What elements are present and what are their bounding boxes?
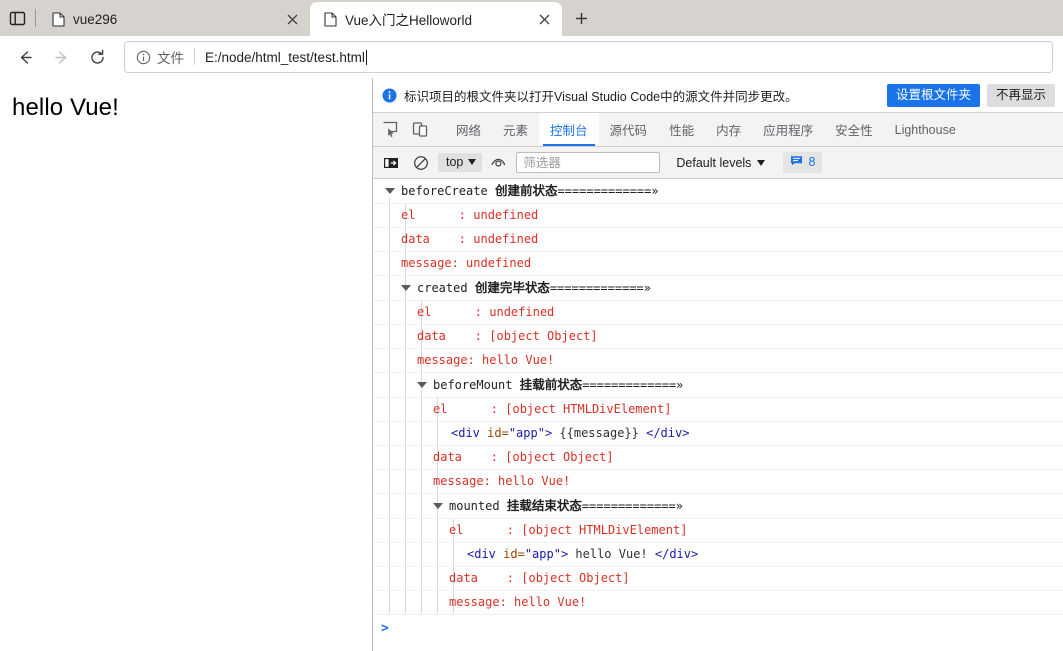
tab-strip: vue296 Vue入门之Helloworld	[0, 0, 1063, 36]
close-icon[interactable]	[282, 9, 302, 29]
console-message: data : undefined	[373, 228, 1063, 252]
close-icon[interactable]	[534, 9, 554, 29]
forward-arrow-icon	[44, 40, 78, 74]
console-prompt[interactable]: >	[373, 615, 1063, 636]
browser-tab-title: Vue入门之Helloworld	[345, 13, 473, 28]
console-message: data : [object Object]	[373, 446, 1063, 470]
collapse-arrow-icon[interactable]	[401, 284, 411, 291]
console-group-header[interactable]: beforeCreate 创建前状态=============»	[373, 179, 1063, 204]
devtools-tab-security[interactable]: 安全性	[824, 113, 884, 146]
devtools-tab-label: 源代码	[609, 124, 648, 138]
devtools-tab-label: Lighthouse	[894, 122, 956, 137]
page-icon	[322, 11, 338, 27]
tab-strip-divider	[35, 9, 36, 27]
device-toolbar-icon[interactable]	[405, 113, 435, 146]
console-message: message: hello Vue!	[373, 591, 1063, 615]
console-message: message: undefined	[373, 252, 1063, 276]
console-message: el : [object HTMLDivElement]	[373, 519, 1063, 543]
infobar-message: 标识项目的根文件夹以打开Visual Studio Code中的源文件并同步更改…	[404, 89, 798, 104]
devtools-tab-application[interactable]: 应用程序	[752, 113, 824, 146]
collapse-arrow-icon[interactable]	[433, 502, 443, 509]
chevron-down-icon	[468, 159, 477, 165]
console-group-header[interactable]: beforeMount 挂载前状态=============»	[373, 373, 1063, 398]
reload-icon[interactable]	[80, 40, 114, 74]
console-output[interactable]: beforeCreate 创建前状态=============» el : und…	[373, 179, 1063, 651]
devtools-tab-performance[interactable]: 性能	[658, 113, 705, 146]
live-expression-eye-icon[interactable]	[486, 151, 512, 175]
devtools-tab-lighthouse[interactable]: Lighthouse	[884, 113, 967, 146]
console-sidebar-icon[interactable]	[378, 151, 404, 175]
devtools-tab-label: 元素	[503, 124, 529, 138]
page-heading: hello Vue!	[12, 94, 119, 121]
devtools-tab-sources[interactable]: 源代码	[599, 113, 659, 146]
devtools-tab-label: 控制台	[550, 124, 588, 138]
devtools-tab-label: 应用程序	[763, 124, 814, 138]
console-message: <div id="app"> {{message}} </div>	[373, 422, 1063, 446]
console-message: data : [object Object]	[373, 325, 1063, 349]
message-bubble-icon	[790, 154, 803, 170]
devtools-tab-label: 网络	[456, 124, 482, 138]
url-text: E:/node/html_test/test.html	[205, 49, 365, 65]
text-caret	[365, 49, 367, 65]
execution-context-selector[interactable]: top	[438, 153, 483, 172]
execution-context-label: top	[446, 155, 464, 169]
new-tab-button[interactable]	[566, 3, 596, 33]
devtools-tab-label: 内存	[716, 124, 742, 138]
log-levels-dropdown[interactable]: Default levels	[672, 154, 769, 172]
console-message: message: hello Vue!	[373, 349, 1063, 373]
devtools-tab-bar: 网络 元素 控制台 源代码 性能 内存 应用程序 安全性 Lighthouse	[373, 113, 1063, 147]
devtools-tab-network[interactable]: 网络	[445, 113, 492, 146]
navigation-toolbar: 文件 E:/node/html_test/test.html	[0, 36, 1063, 78]
collapse-arrow-icon[interactable]	[417, 381, 427, 388]
devtools-tab-console[interactable]: 控制台	[539, 113, 599, 146]
console-message-list: beforeCreate 创建前状态=============» el : und…	[373, 179, 1063, 615]
address-bar[interactable]: 文件 E:/node/html_test/test.html	[124, 41, 1053, 73]
log-levels-label: Default levels	[676, 155, 752, 170]
chevron-down-icon	[757, 159, 766, 166]
page-viewport: hello Vue!	[0, 78, 373, 651]
set-root-folder-button[interactable]: 设置根文件夹	[886, 83, 980, 107]
browser-tab-2[interactable]: Vue入门之Helloworld	[310, 2, 562, 36]
devtools-tab-elements[interactable]: 元素	[492, 113, 539, 146]
browser-window: vue296 Vue入门之Helloworld 文件 E:/node/html_…	[0, 0, 1063, 651]
console-filter-input[interactable]	[516, 152, 661, 173]
tab-bar-gap	[435, 113, 445, 146]
browser-tab-1[interactable]: vue296	[38, 2, 310, 36]
tab-search-icon[interactable]	[0, 0, 34, 36]
console-message: el : [object HTMLDivElement]	[373, 398, 1063, 422]
console-message: el : undefined	[373, 204, 1063, 228]
devtools-tab-label: 安全性	[835, 124, 873, 138]
back-arrow-icon[interactable]	[8, 40, 42, 74]
info-circle-icon[interactable]	[135, 49, 151, 65]
clear-console-icon[interactable]	[408, 151, 434, 175]
prompt-chevron-icon: >	[381, 621, 389, 636]
message-count-badge[interactable]: 8	[783, 152, 823, 173]
devtools-tab-memory[interactable]: 内存	[705, 113, 752, 146]
page-icon	[50, 11, 66, 27]
content-area: hello Vue! 标识项目的根文件夹以打开Visual Studio Cod…	[0, 78, 1063, 651]
console-group-header[interactable]: created 创建完毕状态=============»	[373, 276, 1063, 301]
browser-tab-title: vue296	[73, 11, 118, 27]
console-group-header[interactable]: mounted 挂载结束状态=============»	[373, 494, 1063, 519]
console-message: <div id="app"> hello Vue! </div>	[373, 543, 1063, 567]
devtools-infobar: 标识项目的根文件夹以打开Visual Studio Code中的源文件并同步更改…	[373, 78, 1063, 113]
console-message: data : [object Object]	[373, 567, 1063, 591]
inspect-element-icon[interactable]	[375, 113, 405, 146]
console-message: message: hello Vue!	[373, 470, 1063, 494]
message-count-label: 8	[808, 155, 816, 169]
console-toolbar: top Default levels 8	[373, 147, 1063, 179]
devtools-tab-label: 性能	[669, 124, 695, 138]
address-bar-divider	[194, 49, 195, 65]
collapse-arrow-icon[interactable]	[385, 187, 395, 194]
info-circle-icon	[381, 87, 397, 103]
devtools-panel: 标识项目的根文件夹以打开Visual Studio Code中的源文件并同步更改…	[373, 78, 1063, 651]
url-scheme-label: 文件	[157, 51, 184, 66]
console-message: el : undefined	[373, 301, 1063, 325]
dont-show-again-button[interactable]: 不再显示	[986, 83, 1055, 107]
